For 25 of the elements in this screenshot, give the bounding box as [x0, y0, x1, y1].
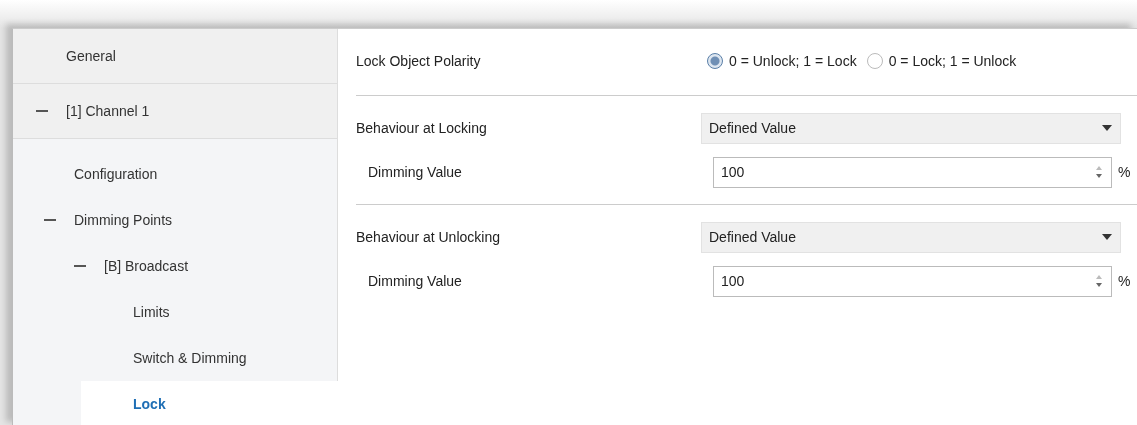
- number-field[interactable]: 100: [713, 265, 1112, 297]
- sidebar-item[interactable]: Dimming Points: [13, 197, 337, 243]
- sidebar-item[interactable]: Configuration: [13, 151, 337, 197]
- dropdown[interactable]: Defined Value: [701, 221, 1121, 253]
- spinner-icon[interactable]: [1095, 274, 1103, 288]
- radio-icon[interactable]: [866, 53, 883, 69]
- unit-label: %: [1118, 273, 1131, 289]
- dropdown[interactable]: Defined Value: [701, 112, 1121, 144]
- setting-label: Behaviour at Locking: [356, 120, 488, 136]
- setting-label: Behaviour at Unlocking: [356, 229, 501, 245]
- caret-icon: [1102, 234, 1112, 240]
- sidebar-item[interactable]: [1] Channel 1: [13, 84, 337, 139]
- setting-label: Dimming Value: [367, 164, 463, 180]
- sidebar-item[interactable]: Switch & Dimming: [13, 335, 337, 381]
- sidebar-item[interactable]: General: [13, 29, 337, 84]
- unit-label: %: [1118, 164, 1131, 180]
- spinner-icon[interactable]: [1095, 165, 1103, 179]
- setting-label: Lock Object Polarity: [356, 53, 482, 69]
- sidebar-item[interactable]: Lock: [81, 381, 338, 425]
- number-field[interactable]: 100: [713, 156, 1112, 188]
- radio-icon[interactable]: [707, 53, 723, 69]
- setting-label: Dimming Value: [367, 273, 463, 289]
- sidebar-item[interactable]: [B] Broadcast: [13, 243, 337, 289]
- sidebar-item[interactable]: Limits: [13, 289, 337, 335]
- caret-icon: [1102, 125, 1112, 131]
